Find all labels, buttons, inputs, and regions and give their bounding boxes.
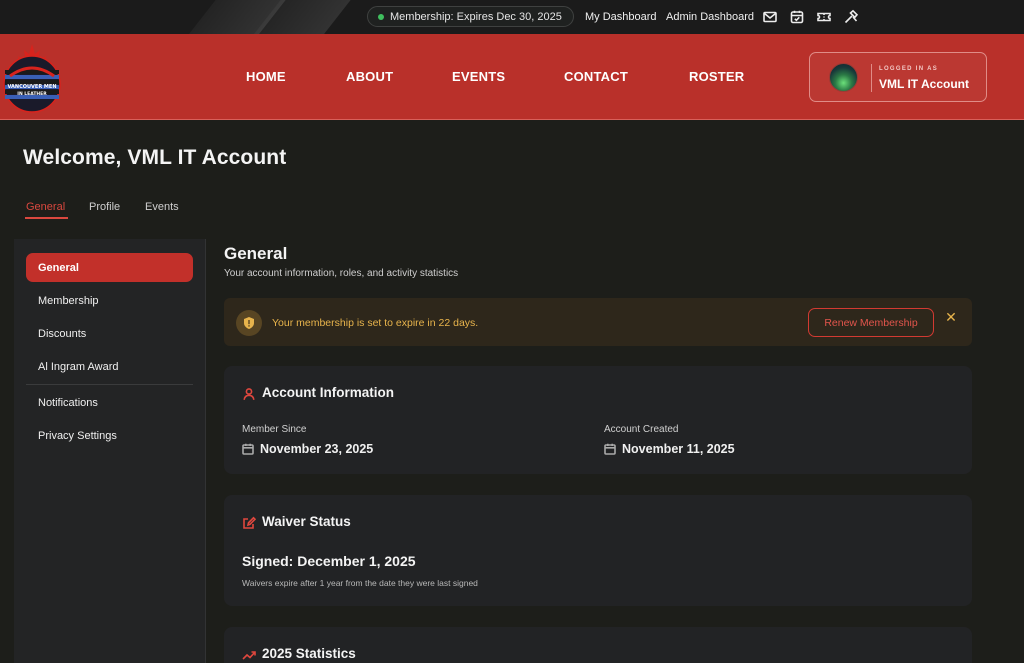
nav-about[interactable]: ABOUT bbox=[346, 69, 393, 84]
site-logo[interactable]: VANCOUVER MEN IN LEATHER bbox=[0, 42, 64, 114]
logo-text-line2: IN LEATHER bbox=[17, 91, 47, 97]
statistics-title: 2025 Statistics bbox=[262, 646, 356, 661]
account-created-value: November 11, 2025 bbox=[604, 442, 735, 456]
settings-sidebar: General Membership Discounts Al Ingram A… bbox=[14, 239, 206, 663]
tab-events[interactable]: Events bbox=[145, 201, 179, 213]
waiver-status-title: Waiver Status bbox=[262, 514, 351, 529]
nav-events[interactable]: EVENTS bbox=[452, 69, 505, 84]
mail-icon[interactable] bbox=[762, 9, 778, 25]
site-header: VANCOUVER MEN IN LEATHER HOME ABOUT EVEN… bbox=[0, 34, 1024, 120]
sidebar-item-discounts[interactable]: Discounts bbox=[26, 319, 193, 348]
nav-roster[interactable]: ROSTER bbox=[689, 69, 744, 84]
active-tab-indicator bbox=[25, 217, 68, 219]
membership-expiry-alert: Your membership is set to expire in 22 d… bbox=[224, 298, 972, 346]
nav-home[interactable]: HOME bbox=[246, 69, 286, 84]
account-information-title: Account Information bbox=[262, 385, 394, 400]
edit-document-icon bbox=[242, 516, 257, 530]
admin-dashboard-link[interactable]: Admin Dashboard bbox=[666, 11, 754, 23]
status-dot bbox=[378, 13, 384, 20]
sidebar-divider bbox=[26, 384, 193, 385]
sidebar-item-privacy-settings[interactable]: Privacy Settings bbox=[26, 421, 193, 450]
waiver-expiry-note: Waivers expire after 1 year from the dat… bbox=[242, 578, 478, 588]
waiver-signed-date: Signed: December 1, 2025 bbox=[242, 553, 416, 569]
calendar-icon bbox=[604, 443, 616, 455]
waiver-status-card: Waiver Status Signed: December 1, 2025 W… bbox=[224, 495, 972, 606]
ticket-icon[interactable] bbox=[816, 9, 832, 25]
statistics-card: 2025 Statistics bbox=[224, 627, 972, 663]
calendar-icon bbox=[242, 443, 254, 455]
nav-contact[interactable]: CONTACT bbox=[564, 69, 628, 84]
trending-up-icon bbox=[242, 648, 256, 662]
avatar bbox=[829, 63, 858, 92]
section-title: General bbox=[224, 244, 288, 263]
tab-general[interactable]: General bbox=[26, 201, 65, 213]
tab-profile[interactable]: Profile bbox=[89, 201, 120, 213]
sidebar-item-notifications[interactable]: Notifications bbox=[26, 388, 193, 417]
account-information-card: Account Information Member Since Novembe… bbox=[224, 366, 972, 474]
account-menu-button[interactable]: LOGGED IN AS VML IT Account bbox=[809, 52, 987, 102]
section-subtitle: Your account information, roles, and act… bbox=[224, 268, 459, 279]
sidebar-item-general[interactable]: General bbox=[26, 253, 193, 282]
account-created-date: November 11, 2025 bbox=[622, 442, 735, 456]
member-since-value: November 23, 2025 bbox=[242, 442, 373, 456]
calendar-check-icon[interactable] bbox=[789, 9, 805, 25]
divider bbox=[871, 64, 872, 92]
member-since-date: November 23, 2025 bbox=[260, 442, 374, 456]
logo-text-line1: VANCOUVER MEN bbox=[7, 84, 56, 90]
membership-status-pill[interactable]: Membership: Expires Dec 30, 2025 bbox=[367, 6, 574, 27]
member-since-label: Member Since bbox=[242, 424, 307, 435]
top-utility-bar: Membership: Expires Dec 30, 2025 My Dash… bbox=[0, 0, 1024, 34]
sidebar-item-membership[interactable]: Membership bbox=[26, 286, 193, 315]
sidebar-item-al-ingram-award[interactable]: Al Ingram Award bbox=[26, 352, 193, 381]
account-name: VML IT Account bbox=[879, 77, 969, 91]
account-created-label: Account Created bbox=[604, 424, 679, 435]
shield-alert-icon bbox=[236, 310, 262, 336]
membership-status-text: Membership: Expires Dec 30, 2025 bbox=[390, 10, 562, 23]
close-icon[interactable]: ✕ bbox=[943, 309, 959, 325]
user-icon bbox=[242, 387, 256, 401]
page-title: Welcome, VML IT Account bbox=[23, 146, 287, 169]
alert-message: Your membership is set to expire in 22 d… bbox=[272, 317, 479, 329]
hammer-icon[interactable] bbox=[843, 9, 859, 25]
renew-membership-button[interactable]: Renew Membership bbox=[808, 308, 934, 337]
my-dashboard-link[interactable]: My Dashboard bbox=[585, 11, 657, 23]
logged-in-label: LOGGED IN AS bbox=[879, 66, 939, 72]
